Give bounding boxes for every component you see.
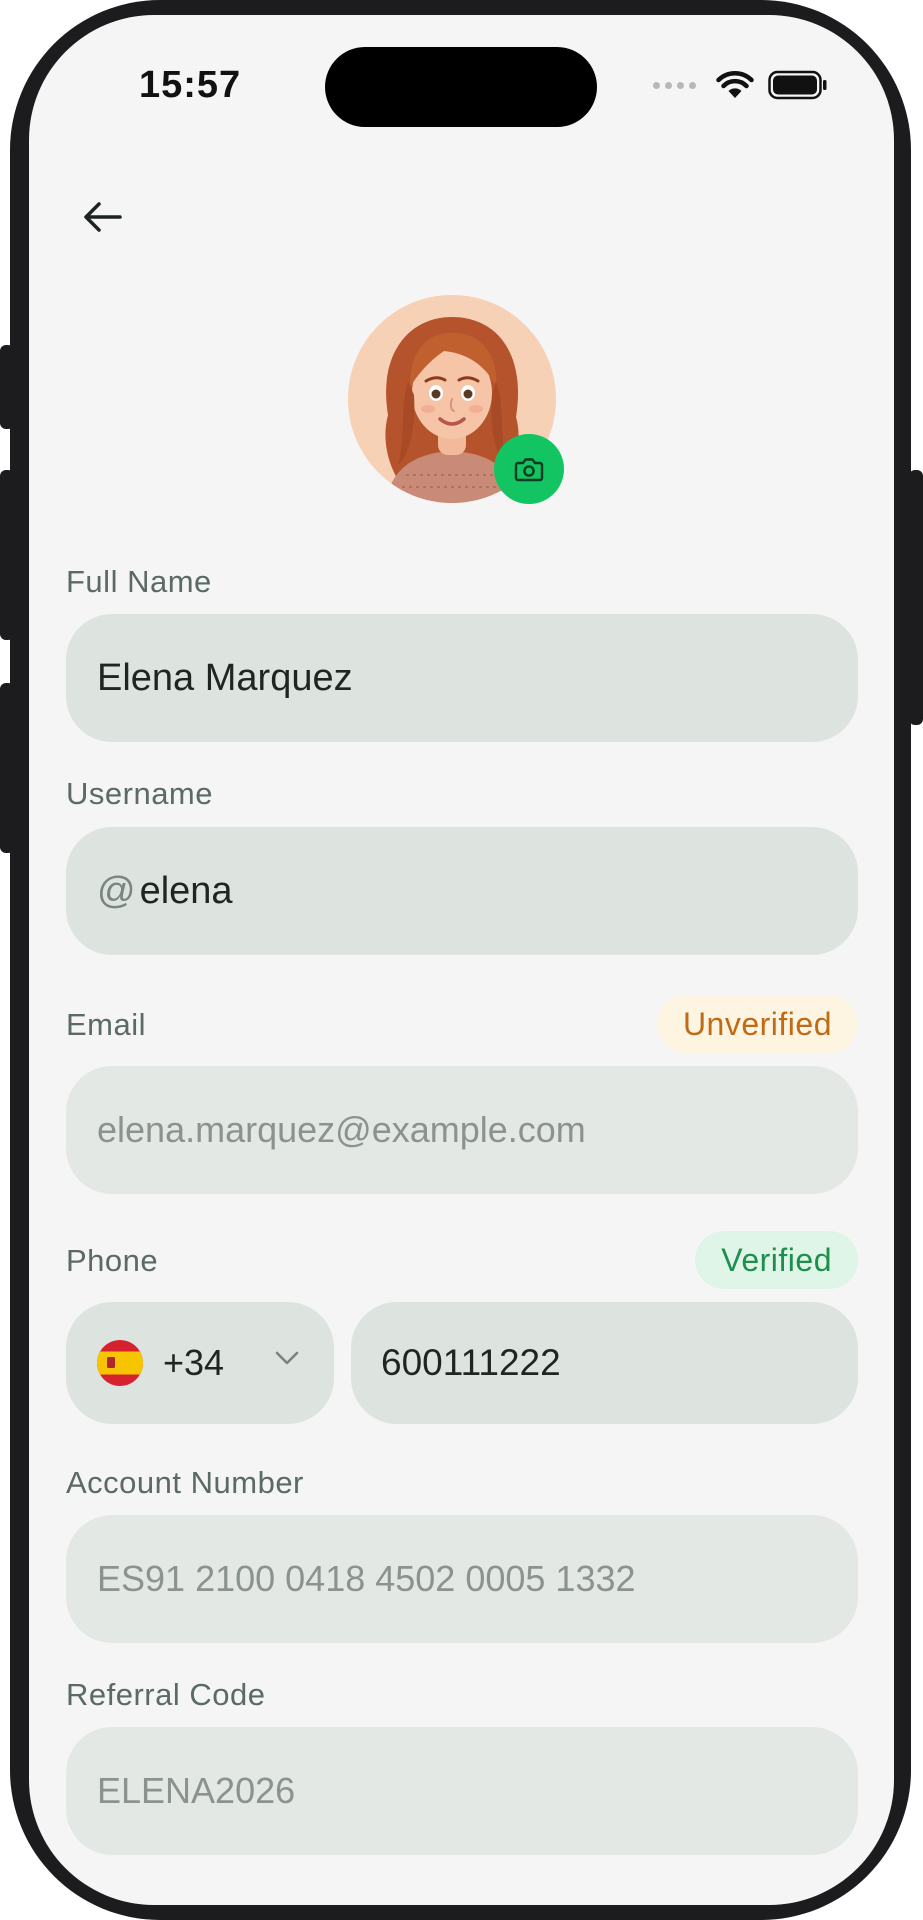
full-name-value: Elena Marquez [97, 656, 353, 699]
referral-code-input: ELENA2026 [66, 1727, 858, 1855]
country-code-select[interactable]: +34 [66, 1302, 334, 1424]
referral-code-label: Referral Code [66, 1677, 266, 1712]
username-prefix: @ [97, 869, 136, 912]
phone-status-badge: Verified [695, 1231, 858, 1289]
spain-flag-icon [97, 1340, 143, 1386]
phone-input[interactable]: 600111222 [351, 1302, 858, 1424]
username-input[interactable]: @ elena [66, 827, 858, 955]
phone-label: Phone [66, 1243, 159, 1278]
account-number-value: ES91 2100 0418 4502 0005 1332 [97, 1558, 636, 1599]
status-time: 15:57 [139, 64, 242, 106]
email-value: elena.marquez@example.com [97, 1109, 586, 1150]
dynamic-island [325, 47, 597, 127]
full-name-label: Full Name [66, 564, 212, 599]
profile-avatar-section [348, 295, 564, 504]
full-name-input[interactable]: Elena Marquez [66, 614, 858, 742]
volume-down-button [0, 683, 14, 853]
status-icons [653, 70, 828, 100]
email-label: Email [66, 1007, 147, 1042]
battery-icon [768, 70, 827, 100]
account-number-label: Account Number [66, 1465, 304, 1500]
username-value: elena [139, 869, 233, 912]
chevron-down-icon [275, 1351, 299, 1365]
email-status-badge: Unverified [656, 995, 858, 1053]
phone-value: 600111222 [381, 1342, 561, 1383]
account-number-input: ES91 2100 0418 4502 0005 1332 [66, 1515, 858, 1643]
signal-icon [653, 81, 696, 89]
action-button [0, 345, 14, 429]
volume-up-button [0, 470, 14, 640]
country-dial-code: +34 [163, 1342, 225, 1383]
screen: 15:57 Full Name Elena Marquez Username @… [29, 15, 894, 1905]
referral-code-value: ELENA2026 [97, 1770, 296, 1811]
camera-icon [514, 458, 544, 482]
wifi-icon [716, 70, 754, 98]
email-input: elena.marquez@example.com [66, 1066, 858, 1194]
change-photo-button[interactable] [494, 434, 564, 504]
username-label: Username [66, 776, 213, 811]
arrow-left-icon [84, 202, 122, 232]
power-button [909, 470, 923, 725]
back-button[interactable] [73, 187, 133, 247]
